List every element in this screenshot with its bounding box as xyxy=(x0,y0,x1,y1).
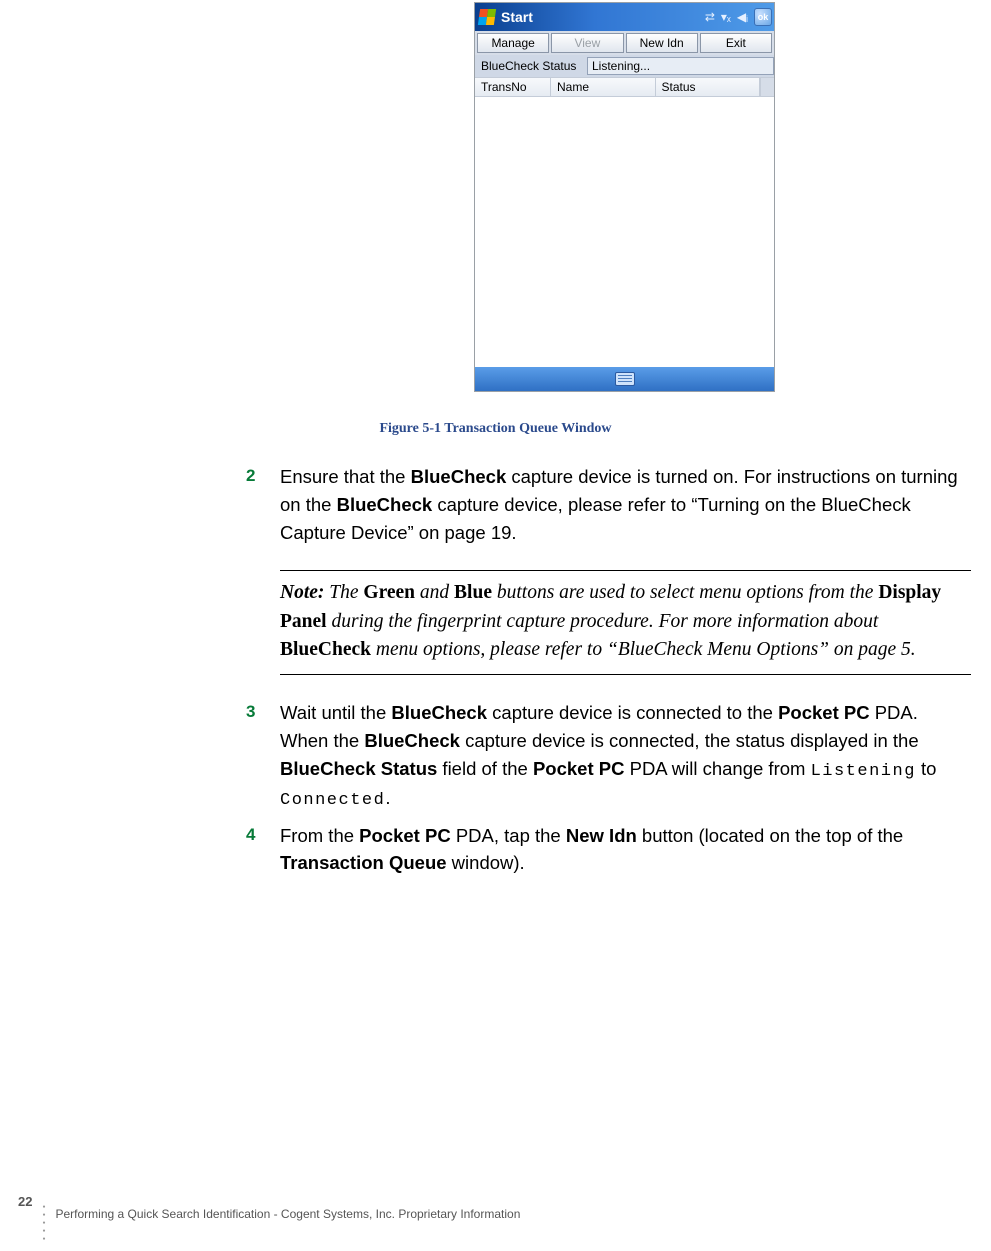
signal-icon[interactable]: ▾ₓ xyxy=(721,10,731,24)
pocketpc-bold: Pocket PC xyxy=(778,702,870,723)
note-block: Note: The Green and Blue buttons are use… xyxy=(280,579,971,664)
note-rule-bottom xyxy=(280,674,971,675)
page-number: 22 xyxy=(18,1194,32,1209)
step-2: 2 Ensure that the BlueCheck capture devi… xyxy=(246,463,971,546)
txt: capture device is connected, the status … xyxy=(460,730,919,751)
manage-button[interactable]: Manage xyxy=(477,33,549,53)
new-idn-bold: New Idn xyxy=(566,825,637,846)
pocketpc-bold: Pocket PC xyxy=(359,825,451,846)
figure-caption: Figure 5-1 Transaction Queue Window xyxy=(0,421,991,437)
green-bold: Green xyxy=(363,582,415,603)
pda-screenshot: Start ⇄ ▾ₓ ◀ᵢ ok Manage View New Idn Exi… xyxy=(474,2,775,392)
col-end xyxy=(760,78,774,96)
txt: button (located on the top of the xyxy=(637,825,903,846)
bluecheck-bold: BlueCheck xyxy=(411,466,507,487)
list-headers: TransNo Name Status xyxy=(475,77,774,97)
connectivity-icon[interactable]: ⇄ xyxy=(705,10,715,24)
txt: buttons are used to select menu options … xyxy=(492,582,878,603)
step-4-num: 4 xyxy=(246,822,280,878)
connected-code: Connected xyxy=(280,791,385,810)
txt: and xyxy=(415,582,454,603)
blue-bold: Blue xyxy=(454,582,492,603)
windows-logo-icon xyxy=(478,9,496,25)
ok-button[interactable]: ok xyxy=(754,8,772,26)
new-idn-button[interactable]: New Idn xyxy=(626,33,698,53)
keyboard-icon[interactable] xyxy=(615,372,635,386)
pda-titlebar: Start ⇄ ▾ₓ ◀ᵢ ok xyxy=(475,3,774,31)
status-line: BlueCheck Status Listening... xyxy=(475,55,774,77)
txt: menu options, please refer to “BlueCheck… xyxy=(371,639,916,660)
col-status[interactable]: Status xyxy=(656,78,761,96)
txt: window). xyxy=(447,852,525,873)
bluecheck-bold: BlueCheck xyxy=(364,730,460,751)
pda-toolbar: Manage View New Idn Exit xyxy=(475,31,774,55)
transaction-queue-bold: Transaction Queue xyxy=(280,852,447,873)
txt: PDA, tap the xyxy=(451,825,566,846)
txt: . xyxy=(385,787,390,808)
txt: Wait until the xyxy=(280,702,391,723)
listening-code: Listening xyxy=(811,762,916,781)
bluecheck-status-bold: BlueCheck Status xyxy=(280,758,437,779)
bluecheck-bold: BlueCheck xyxy=(337,494,433,515)
txt: field of the xyxy=(437,758,533,779)
step-4-text: From the Pocket PC PDA, tap the New Idn … xyxy=(280,822,971,878)
bluecheck-bold: BlueCheck xyxy=(391,702,487,723)
note-rule-top xyxy=(280,570,971,571)
footer-text: Performing a Quick Search Identification… xyxy=(56,1207,521,1221)
txt: The xyxy=(324,582,363,603)
pocketpc-bold: Pocket PC xyxy=(533,758,625,779)
txt: PDA will change from xyxy=(624,758,810,779)
bluecheck-bold: BlueCheck xyxy=(280,639,371,660)
start-label[interactable]: Start xyxy=(501,9,533,25)
list-area xyxy=(475,97,774,367)
footer-dots: ●●●●● xyxy=(42,1203,45,1243)
step-3-num: 3 xyxy=(246,699,280,814)
step-2-num: 2 xyxy=(246,463,280,546)
speaker-icon[interactable]: ◀ᵢ xyxy=(737,10,748,24)
exit-button[interactable]: Exit xyxy=(700,33,772,53)
ok-label: ok xyxy=(758,12,769,22)
step-2-text: Ensure that the BlueCheck capture device… xyxy=(280,463,971,546)
txt: during the fingerprint capture procedure… xyxy=(327,611,879,632)
status-label: BlueCheck Status xyxy=(475,59,587,73)
col-name[interactable]: Name xyxy=(551,78,656,96)
step-3: 3 Wait until the BlueCheck capture devic… xyxy=(246,699,971,814)
txt: From the xyxy=(280,825,359,846)
view-button: View xyxy=(551,33,623,53)
col-transno[interactable]: TransNo xyxy=(475,78,551,96)
txt: capture device is connected to the xyxy=(487,702,778,723)
step-3-text: Wait until the BlueCheck capture device … xyxy=(280,699,971,814)
note-head: Note: xyxy=(280,582,324,603)
txt: to xyxy=(916,758,937,779)
pda-bottombar xyxy=(475,367,774,391)
status-value-field: Listening... xyxy=(587,57,774,75)
status-value: Listening... xyxy=(592,59,650,73)
footer: 22 ●●●●● Performing a Quick Search Ident… xyxy=(18,1181,520,1221)
step-4: 4 From the Pocket PC PDA, tap the New Id… xyxy=(246,822,971,878)
body-content: 2 Ensure that the BlueCheck capture devi… xyxy=(246,463,971,885)
txt: Ensure that the xyxy=(280,466,411,487)
